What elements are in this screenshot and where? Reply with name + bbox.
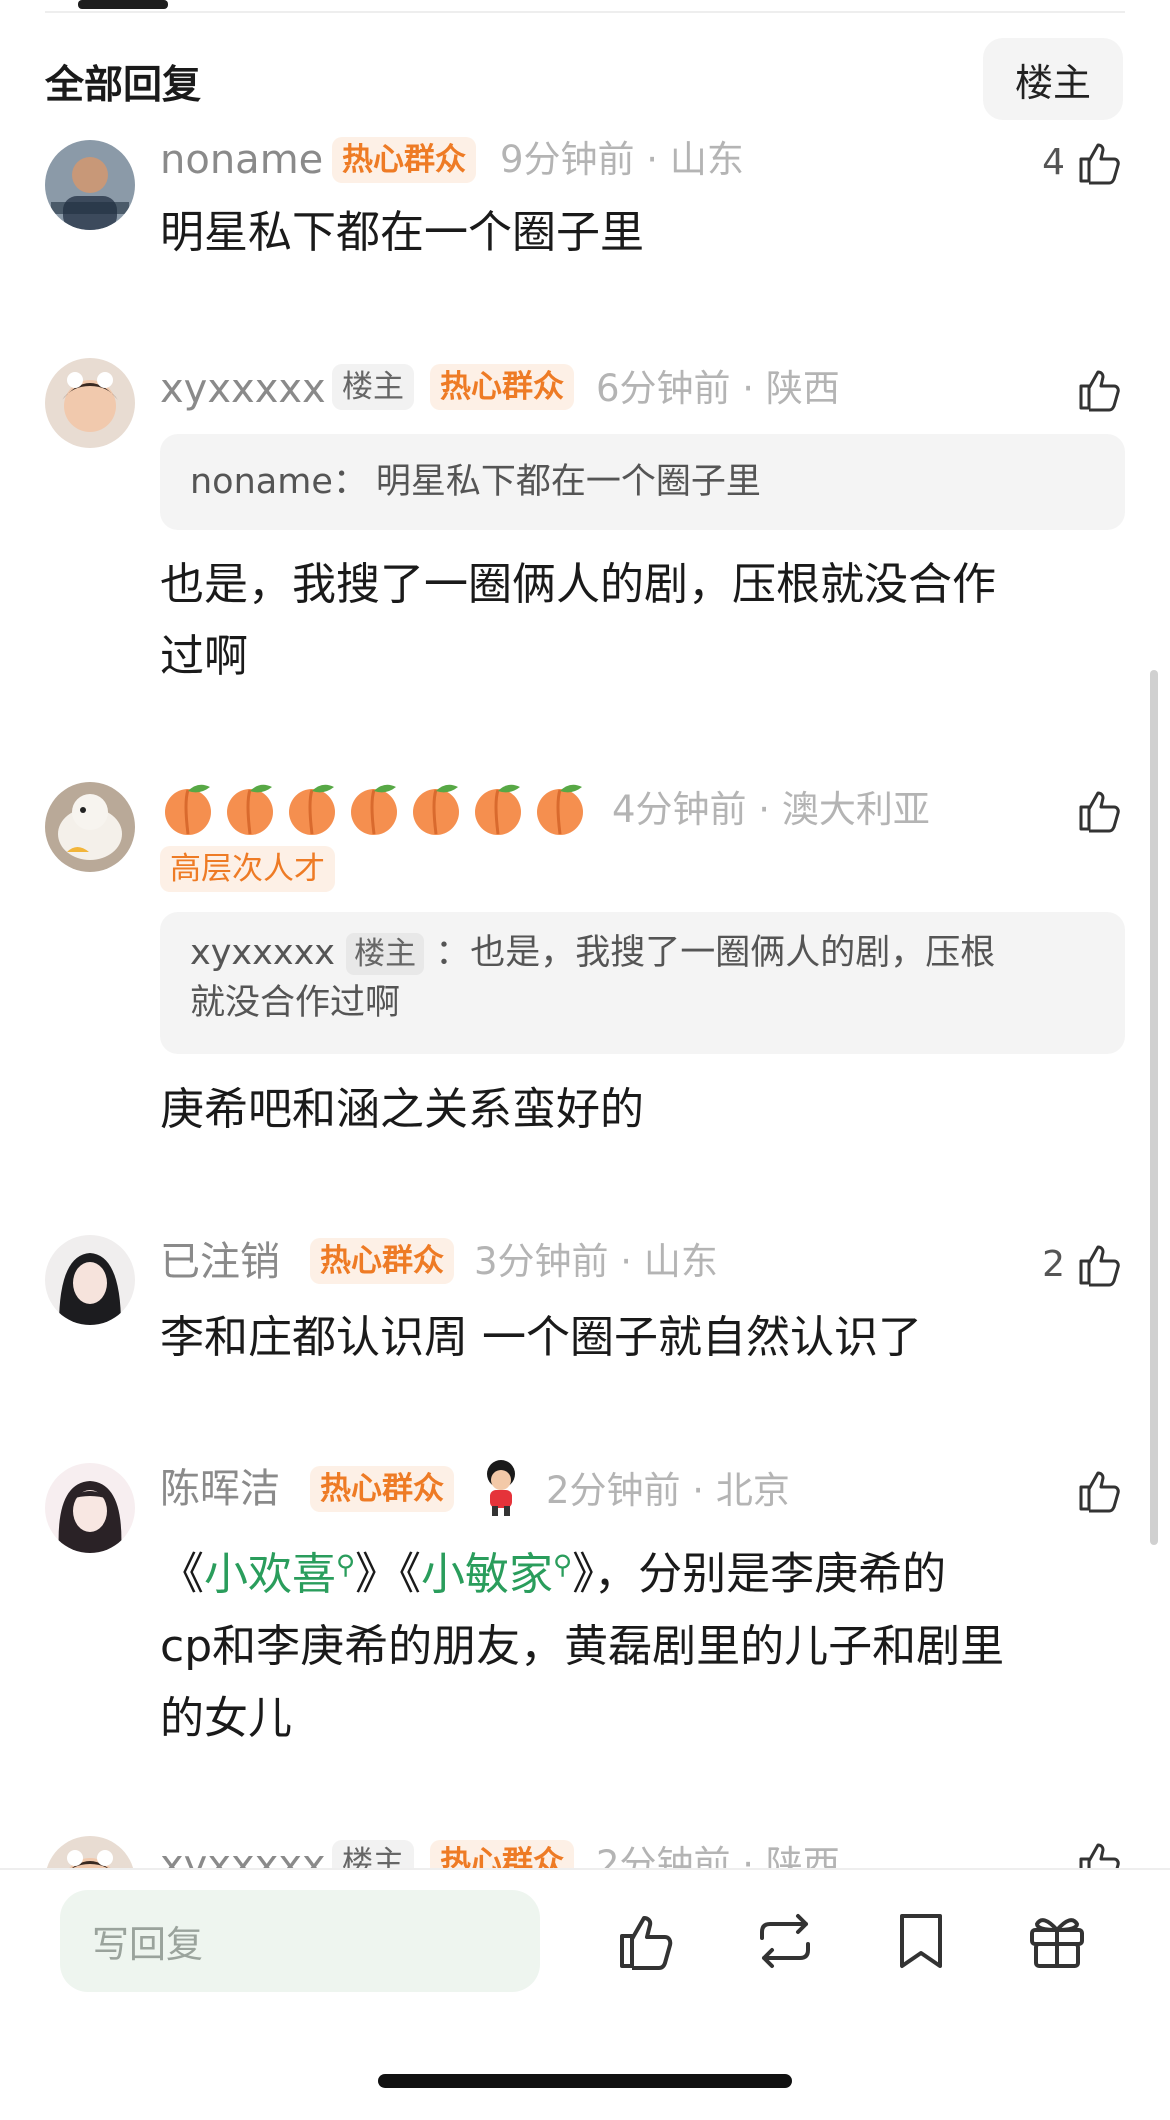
punct: 《 [160,1548,204,1600]
badge-hot-fan: 热心群众 [310,1466,454,1512]
peach-icon [413,784,459,835]
comment-text: 明星私下都在一个圈子里 [160,207,644,258]
comment-meta: 3分钟前 · 山东 [474,1240,718,1283]
comment-text-line: cp和李庚希的朋友，黄磊剧里的儿子和剧里 [160,1620,1005,1672]
like-button[interactable] [1065,363,1125,415]
divider [45,11,1125,13]
thumb-up-icon [1079,1471,1120,1513]
avatar[interactable] [45,358,135,448]
username[interactable]: xyxxxxx [160,364,326,414]
badge-op: 楼主 [346,933,425,975]
punct: 》 [572,1548,595,1600]
comment-text-line: 的女儿 [160,1692,292,1744]
repost-icon[interactable] [752,1908,818,1974]
avatar[interactable] [45,1235,135,1325]
like-button[interactable] [1065,784,1125,836]
op-only-filter-button[interactable]: 楼主 [983,38,1123,120]
search-icon: ⚲ [553,1550,573,1580]
username[interactable]: 陈晖洁 [160,1464,280,1514]
quoted-comment[interactable]: noname： 明星私下都在一个圈子里 [160,434,1125,530]
home-indicator [378,2074,792,2088]
peach-icon [351,784,397,835]
thumb-up-icon [1079,791,1120,833]
tab-indicator [78,0,168,9]
comment-text-segment: ，分别是李庚希的 [594,1548,947,1600]
thumb-up-icon[interactable] [614,1908,680,1974]
badge-hot-fan: 热心群众 [332,137,476,183]
quote-author: noname： [190,462,368,502]
username[interactable]: noname [160,135,323,185]
comment-text-line: 也是，我搜了一圈俩人的剧，压根就没合作 [160,559,996,610]
comment-text: 李和庄都认识周 一个圈子就自然认识了 [160,1312,922,1363]
badge-op: 楼主 [332,364,414,410]
badge-hot-fan: 热心群众 [310,1238,454,1284]
section-title: 全部回复 [45,63,202,108]
comment-text-line: 《小欢喜⚲》《小敏家⚲》，分别是李庚希的 [160,1529,1090,1611]
topic-link-label: 小欢喜 [204,1548,336,1600]
quote-author: xyxxxxx [190,933,335,973]
topic-link-label: 小敏家 [421,1548,554,1600]
badge-talent: 高层次人才 [160,846,335,892]
avatar[interactable] [45,1463,135,1553]
thumb-up-icon [1079,370,1120,412]
topic-link[interactable]: 小欢喜⚲ [204,1549,355,1600]
like-button[interactable] [1065,1464,1125,1516]
comment-text: 也是，我搜了一圈俩人的剧，压根就没合作 过啊 [160,549,1090,693]
quoted-comment[interactable]: xyxxxxx 楼主 ：也是，我搜了一圈俩人的剧，压根 就没合作过啊 [160,912,1125,1054]
punct: 《 [399,1548,422,1600]
quote-text: 明星私下都在一个圈子里 [375,462,761,502]
peach-icon [537,784,583,835]
comment-text: 庚希吧和涵之关系蛮好的 [160,1084,644,1135]
username[interactable]: 已注销 [160,1237,280,1287]
scrollbar[interactable] [1150,670,1158,1545]
quote-text: ：也是，我搜了一圈俩人的剧，压根 [435,933,996,973]
comment-meta: 2分钟前 · 北京 [546,1469,790,1512]
thumb-up-icon [1079,143,1120,185]
peach-icon [475,784,521,835]
peach-icon [289,784,335,835]
comment-meta: 9分钟前 · 山东 [500,138,744,181]
gift-icon[interactable] [1024,1908,1090,1974]
comment-text: 《小欢喜⚲》《小敏家⚲》，分别是李庚希的 cp和李庚希的朋友，黄磊剧里的儿子和剧… [160,1529,1090,1755]
bookmark-icon[interactable] [888,1908,954,1974]
like-button[interactable]: 4 [1042,136,1125,188]
like-button[interactable]: 2 [1042,1238,1125,1290]
comment-text-line: 过啊 [160,631,248,682]
like-count: 2 [1042,1243,1065,1285]
avatar[interactable] [45,140,135,230]
peach-icon [227,784,273,835]
quote-text: 就没合作过啊 [190,983,401,1023]
peach-icon [165,784,211,835]
punct: 》 [355,1548,400,1600]
sticker-icon [487,1460,515,1516]
avatar[interactable] [45,782,135,872]
reply-input[interactable]: 写回复 [60,1890,540,1992]
search-icon: ⚲ [336,1550,356,1580]
thumb-up-icon [1079,1245,1120,1287]
topic-link[interactable]: 小敏家⚲ [421,1549,572,1600]
badge-hot-fan: 热心群众 [430,364,574,410]
comment-meta: 6分钟前 · 陕西 [596,367,840,410]
like-count: 4 [1042,141,1065,183]
username-emoji[interactable] [160,781,588,839]
comment-meta: 4分钟前 · 澳大利亚 [612,788,930,831]
